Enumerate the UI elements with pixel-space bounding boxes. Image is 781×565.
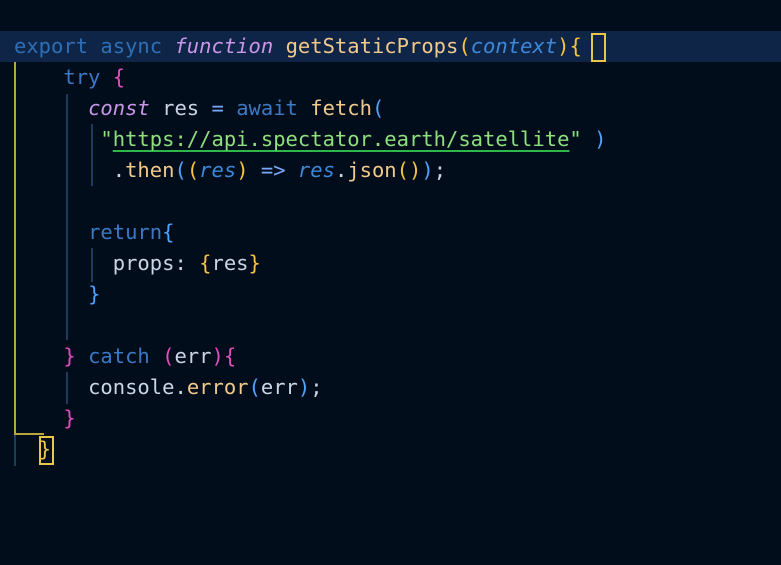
code-token: res [297, 158, 335, 182]
code-token: } [38, 437, 52, 461]
code-token: " [100, 127, 113, 151]
code-token: context [470, 34, 558, 58]
code-line[interactable]: } [14, 434, 51, 465]
code-token: ( [186, 158, 200, 182]
code-token: getStaticProps [285, 34, 459, 58]
code-token: ( [248, 375, 261, 399]
code-line[interactable]: "https://api.spectator.earth/satellite" … [14, 124, 606, 155]
code-line[interactable]: try { [14, 62, 125, 93]
url-link[interactable]: https://api.spectator.earth/satellite [113, 127, 570, 151]
code-editor[interactable]: export async function getStaticProps(con… [0, 0, 781, 565]
matching-bracket-highlight [591, 33, 606, 62]
code-line[interactable]: } catch (err){ [14, 341, 236, 372]
code-token: } [63, 344, 76, 368]
code-token: ) [557, 34, 570, 58]
code-line[interactable]: props: {res} [14, 248, 261, 279]
code-token: catch [88, 344, 150, 368]
code-token: then [125, 158, 175, 182]
code-token: export [14, 34, 89, 58]
code-token: ) [211, 344, 224, 368]
code-token: ( [371, 96, 385, 120]
code-token: { [199, 251, 212, 275]
code-token: . [174, 375, 187, 399]
code-line[interactable]: export async function getStaticProps(con… [14, 31, 582, 62]
code-token: fetch [310, 96, 372, 120]
code-token: . [334, 158, 348, 182]
code-token: ; [310, 375, 323, 399]
code-token: { [569, 34, 582, 58]
code-token: ( [458, 34, 471, 58]
code-token: => [248, 158, 298, 182]
code-token: { [223, 344, 237, 368]
code-token: res [199, 158, 237, 182]
code-token: { [112, 65, 126, 89]
code-token: error [186, 375, 249, 399]
code-token: ) [421, 158, 434, 182]
code-line[interactable]: return{ [14, 217, 174, 248]
code-line[interactable]: } [14, 279, 100, 310]
code-line[interactable]: console.error(err); [14, 372, 323, 403]
code-token: err [260, 375, 298, 399]
code-token: await [236, 96, 298, 120]
code-token: ( [174, 158, 187, 182]
code-token: async [100, 34, 163, 58]
code-token: const [88, 96, 150, 120]
code-token: try [63, 65, 101, 89]
code-token: } [248, 251, 261, 275]
code-token: ) [236, 158, 249, 182]
code-token: " [569, 127, 582, 151]
code-token: function [174, 34, 274, 58]
code-token: return [88, 220, 163, 244]
code-token: ) [297, 375, 311, 399]
code-token: } [88, 282, 101, 306]
code-token: ( [162, 344, 175, 368]
code-token: res [162, 96, 200, 120]
code-token: . [112, 158, 126, 182]
code-token: () [396, 158, 422, 182]
code-token: console [88, 375, 175, 399]
code-line[interactable]: } [14, 403, 76, 434]
code-token: { [162, 220, 175, 244]
code-line[interactable]: const res = await fetch( [14, 93, 384, 124]
code-token: ; [433, 158, 447, 182]
code-token: json [347, 158, 397, 182]
code-line[interactable]: .then((res) => res.json()); [14, 155, 446, 186]
code-token: } [63, 406, 76, 430]
code-token: res [211, 251, 249, 275]
code-token: err [174, 344, 212, 368]
code-token: props [112, 251, 175, 275]
code-token: = [199, 96, 237, 120]
code-token: ) [594, 127, 607, 151]
code-token: : [174, 251, 200, 275]
